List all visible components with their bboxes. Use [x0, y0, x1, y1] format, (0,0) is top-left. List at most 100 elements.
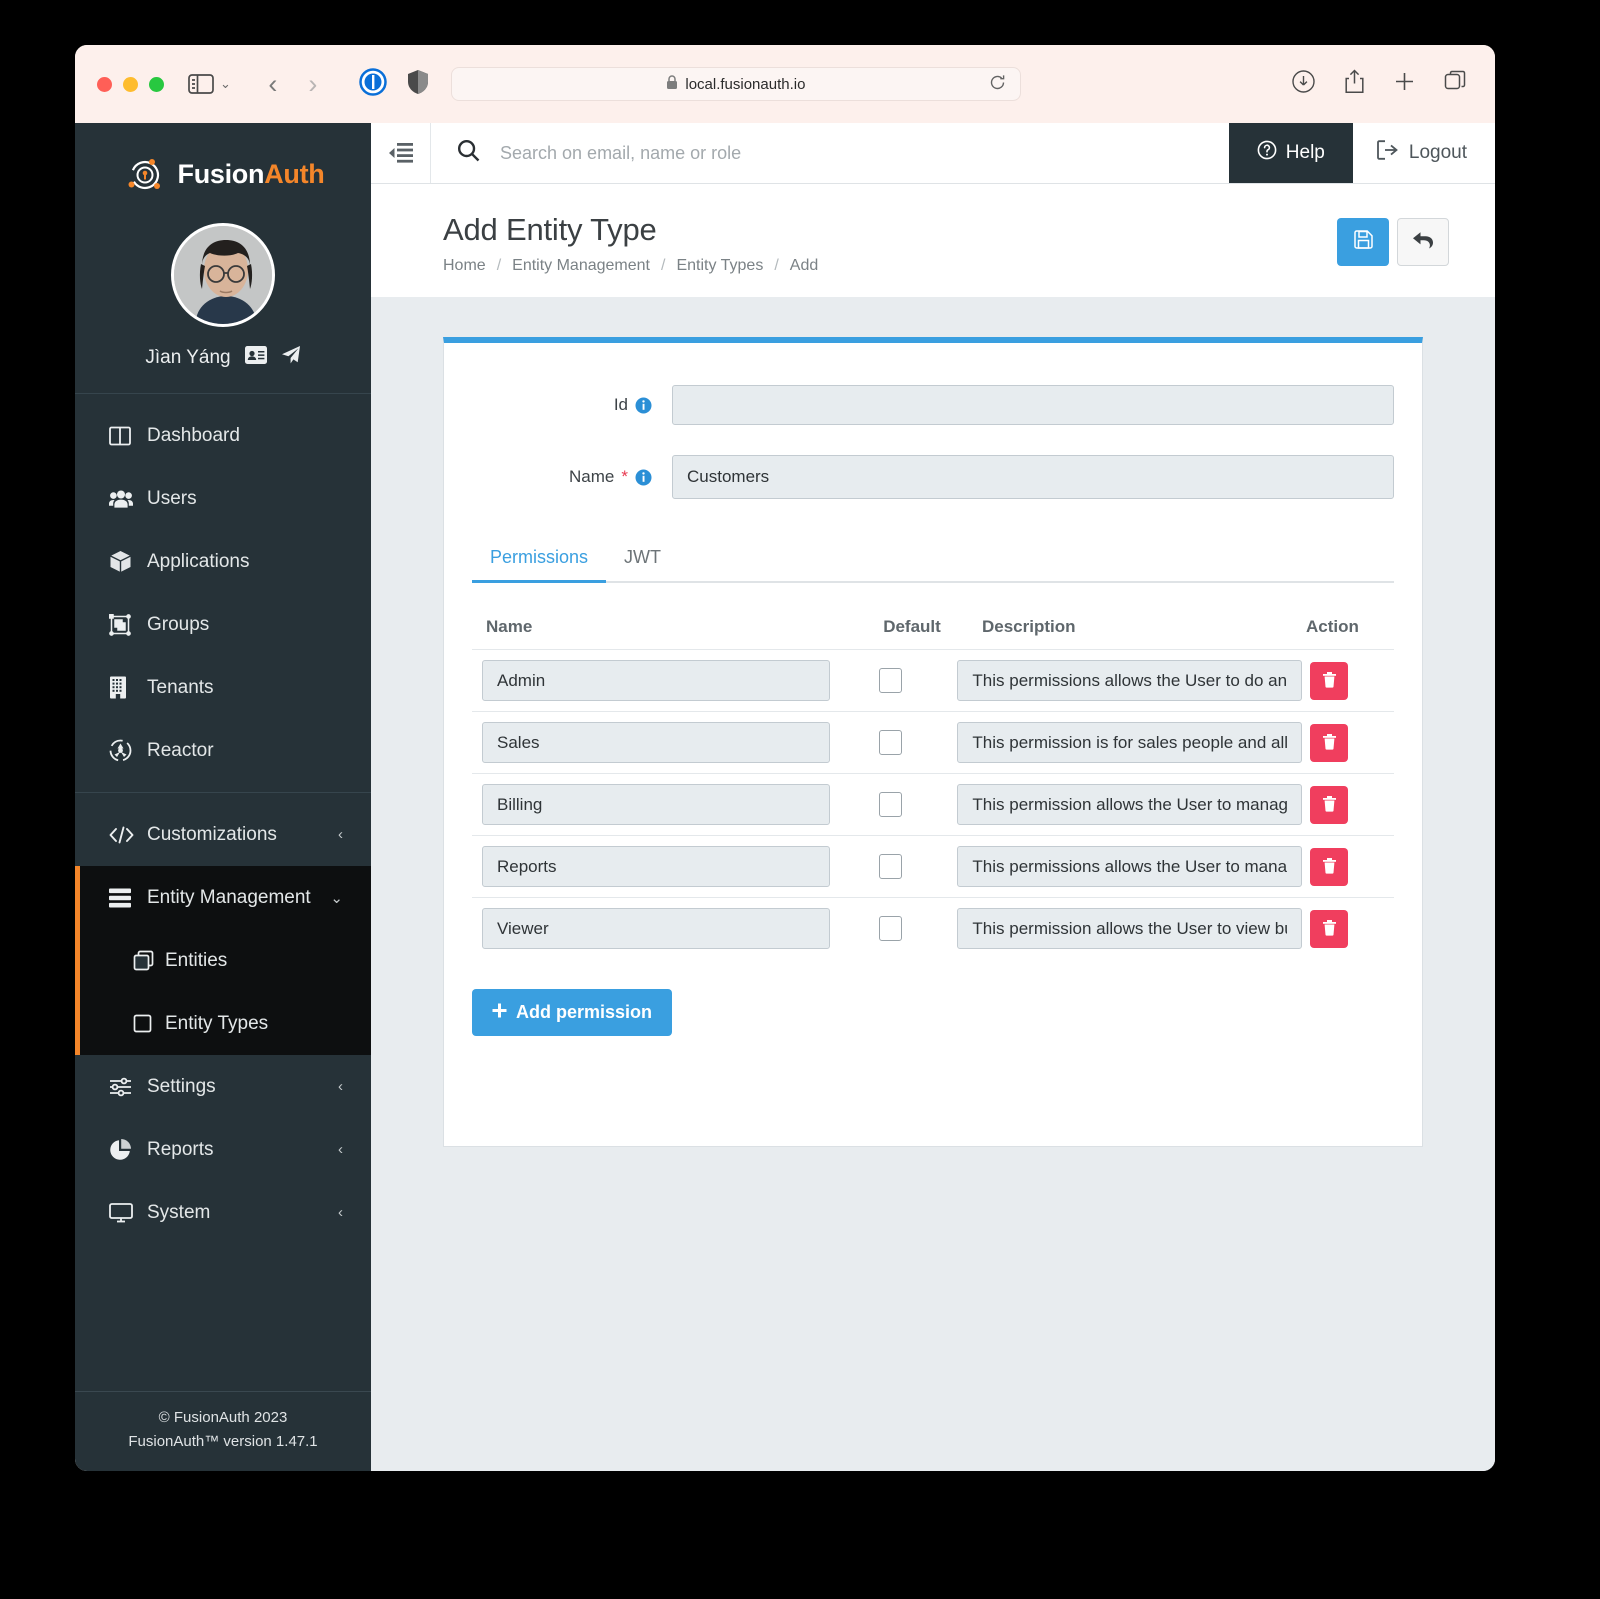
- privacy-shield-icon[interactable]: [407, 69, 429, 100]
- back-arrow-icon[interactable]: ‹: [253, 69, 293, 100]
- sidebar-item-reports[interactable]: Reports ‹: [75, 1118, 371, 1181]
- maximize-window-button[interactable]: [149, 76, 164, 92]
- table-header: Name Default Description Action: [472, 583, 1394, 649]
- permission-name-input[interactable]: [482, 660, 830, 701]
- avatar[interactable]: [171, 223, 275, 327]
- search-bar[interactable]: [431, 123, 1229, 183]
- sidebar-item-settings[interactable]: Settings ‹: [75, 1055, 371, 1118]
- id-card-icon[interactable]: [244, 346, 267, 370]
- address-bar[interactable]: local.fusionauth.io: [450, 67, 1021, 101]
- sidebar-item-applications[interactable]: Applications: [75, 530, 371, 593]
- download-icon[interactable]: [1291, 69, 1316, 99]
- info-circle-icon[interactable]: [635, 397, 652, 414]
- users-icon: [109, 489, 143, 509]
- close-window-button[interactable]: [97, 76, 112, 92]
- dashboard-icon: [109, 425, 143, 447]
- 1password-extension-icon[interactable]: [359, 67, 387, 101]
- permission-description-input[interactable]: [957, 660, 1303, 701]
- save-button[interactable]: [1337, 218, 1389, 266]
- building-icon: [109, 676, 143, 699]
- delete-permission-button[interactable]: [1310, 909, 1349, 948]
- plus-icon[interactable]: [1393, 70, 1416, 98]
- share-icon[interactable]: [1344, 69, 1365, 99]
- sidebar-item-label: Groups: [147, 613, 210, 635]
- tab-jwt[interactable]: JWT: [606, 547, 679, 581]
- sidebar-item-dashboard[interactable]: Dashboard: [75, 404, 371, 467]
- sidebar-item-entities[interactable]: Entities: [80, 929, 371, 992]
- permission-default-checkbox[interactable]: [878, 916, 902, 941]
- sidebar-item-reactor[interactable]: Reactor: [75, 719, 371, 782]
- permission-name-input[interactable]: [482, 784, 830, 825]
- tab-overview-icon[interactable]: [1444, 70, 1467, 98]
- table-row: [472, 835, 1394, 897]
- collapse-sidebar-icon[interactable]: [371, 123, 431, 183]
- chevron-down-icon[interactable]: ⌄: [220, 76, 231, 92]
- breadcrumb-item-home[interactable]: Home: [443, 257, 486, 275]
- breadcrumb-separator: /: [661, 257, 666, 274]
- page-header-actions: [1337, 212, 1449, 266]
- required-marker: *: [621, 467, 628, 486]
- undo-arrow-icon: [1412, 230, 1434, 254]
- permission-default-checkbox[interactable]: [878, 854, 902, 879]
- help-button[interactable]: Help: [1228, 123, 1353, 183]
- back-button[interactable]: [1397, 218, 1449, 266]
- sidebar-item-system[interactable]: System ‹: [75, 1181, 371, 1244]
- sidebar-item-tenants[interactable]: Tenants: [75, 656, 371, 719]
- delete-permission-button[interactable]: [1310, 723, 1349, 762]
- sidebar-footer: © FusionAuth 2023 FusionAuth™ version 1.…: [75, 1390, 371, 1472]
- permission-default-checkbox[interactable]: [878, 668, 902, 693]
- permission-name-input[interactable]: [482, 722, 830, 763]
- delete-permission-button[interactable]: [1310, 847, 1349, 886]
- name-input[interactable]: [672, 455, 1394, 499]
- breadcrumb-item-entity-types[interactable]: Entity Types: [676, 257, 763, 275]
- box-icon: [109, 550, 143, 573]
- sidebar-item-entity-types[interactable]: Entity Types: [80, 992, 371, 1055]
- plus-icon: [492, 1002, 507, 1023]
- paper-plane-icon[interactable]: [281, 345, 301, 371]
- delete-permission-button[interactable]: [1310, 661, 1349, 700]
- sidebar-nav: Dashboard Users Applications Groups Tena…: [75, 394, 371, 1244]
- search-icon: [457, 139, 480, 167]
- permission-description-input[interactable]: [957, 846, 1303, 887]
- sidebar-divider: [75, 792, 371, 793]
- square-icon: [133, 1014, 165, 1033]
- id-input[interactable]: [672, 385, 1394, 425]
- forward-arrow-icon[interactable]: ›: [293, 69, 333, 100]
- logout-button[interactable]: Logout: [1353, 123, 1495, 183]
- sidebar-item-users[interactable]: Users: [75, 467, 371, 530]
- breadcrumb-item-entity-management[interactable]: Entity Management: [512, 257, 650, 275]
- add-permission-button[interactable]: Add permission: [472, 989, 673, 1036]
- permissions-table: Name Default Description Action: [472, 583, 1394, 959]
- main-content: Help Logout Add Entity Type Home / Entit…: [371, 123, 1495, 1471]
- page-title: Add Entity Type: [443, 212, 657, 247]
- logout-label: Logout: [1408, 142, 1467, 163]
- minimize-window-button[interactable]: [123, 76, 138, 92]
- permission-description-input[interactable]: [957, 722, 1303, 763]
- sidebar-item-groups[interactable]: Groups: [75, 593, 371, 656]
- sidebar-item-entity-management[interactable]: Entity Management ⌄: [80, 866, 371, 929]
- permission-default-checkbox[interactable]: [878, 730, 902, 755]
- permission-name-input[interactable]: [482, 908, 830, 949]
- content-area: Id Name * Customers Permissions JWT Name…: [371, 297, 1495, 1471]
- search-input[interactable]: [498, 141, 1229, 165]
- sidebar-item-label: Tenants: [147, 676, 214, 698]
- sidebar-item-customizations[interactable]: Customizations ‹: [75, 803, 371, 866]
- id-label-wrap: Id: [472, 395, 672, 415]
- delete-permission-button[interactable]: [1310, 785, 1349, 824]
- tab-permissions[interactable]: Permissions: [472, 547, 607, 583]
- brand-logo[interactable]: FusionAuth: [75, 123, 371, 205]
- sidebar-toggle-icon[interactable]: [188, 73, 214, 95]
- info-circle-icon[interactable]: [635, 469, 652, 486]
- sidebar-item-label: Applications: [147, 550, 250, 572]
- permission-name-input[interactable]: [482, 846, 830, 887]
- reload-icon[interactable]: [989, 74, 1006, 95]
- trash-icon: [1322, 733, 1337, 753]
- copyright-text: © FusionAuth 2023: [158, 1408, 288, 1426]
- permission-description-input[interactable]: [957, 908, 1303, 949]
- name-label-wrap: Name *: [472, 467, 672, 487]
- sidebar-item-label: Settings: [147, 1075, 216, 1097]
- permission-default-checkbox[interactable]: [878, 792, 902, 817]
- tab-bar: Permissions JWT: [472, 547, 1394, 583]
- permission-description-input[interactable]: [957, 784, 1303, 825]
- copies-icon: [133, 950, 165, 971]
